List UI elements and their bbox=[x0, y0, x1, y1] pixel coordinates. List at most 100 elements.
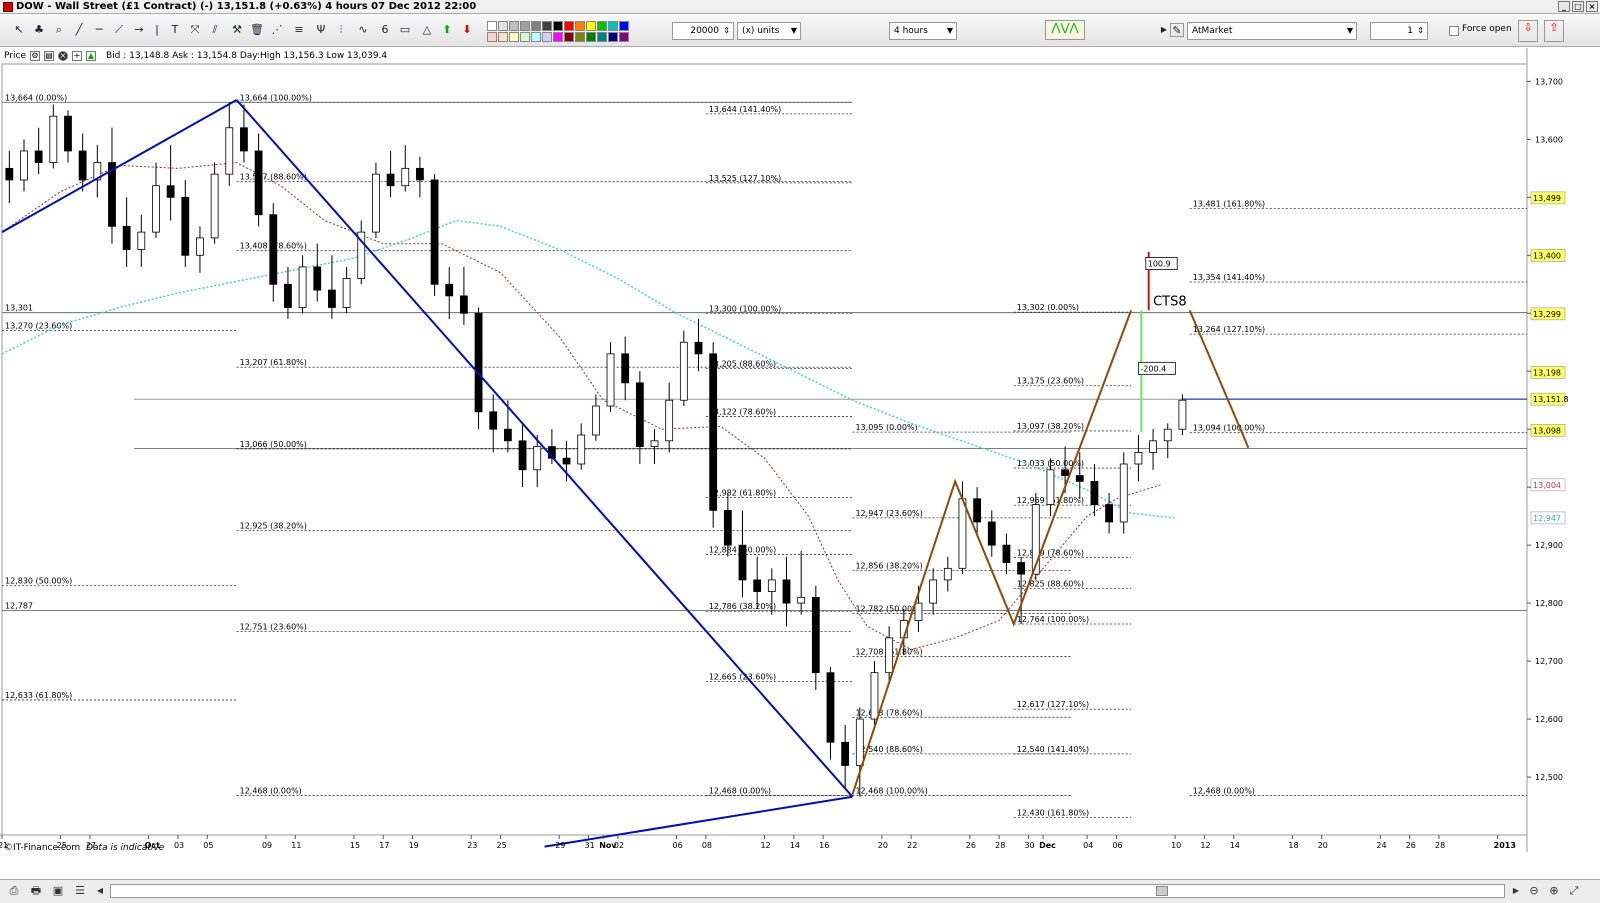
scroll-right-icon[interactable]: ▶ bbox=[1508, 884, 1524, 898]
candle-body bbox=[811, 596, 820, 674]
price-chart[interactable]: 13,664 (0.00%) 13,301 12,787 13,270 (23.60%… bbox=[0, 0, 1600, 903]
fibonacci-level-label: 12,603 (78.60%) bbox=[855, 708, 922, 717]
zoom-in-icon[interactable]: ⊕ bbox=[1546, 884, 1562, 898]
candle-body bbox=[196, 237, 204, 256]
candle-body bbox=[533, 446, 542, 471]
candle-body bbox=[885, 637, 894, 674]
y-tick-label: 13,600 bbox=[1535, 135, 1563, 144]
candle-body bbox=[591, 405, 600, 436]
fibonacci-level-label: 12,982 (61.80%) bbox=[709, 489, 776, 498]
fibonacci-level-label: 12,764 (100.00%) bbox=[1017, 615, 1089, 624]
fibonacci-level-label: 13,525 (127.10%) bbox=[709, 174, 781, 183]
print-icon[interactable]: ⎙ bbox=[6, 884, 22, 898]
fibonacci-level-label: 13,066 (50.00%) bbox=[240, 440, 307, 449]
candle-body bbox=[166, 185, 175, 198]
candle-body bbox=[152, 185, 160, 233]
printer-icon[interactable]: 🖶 bbox=[28, 884, 44, 898]
y-tick-label: 12,700 bbox=[1535, 657, 1563, 666]
fibonacci-level-label: 13,481 (161.80%) bbox=[1193, 199, 1265, 208]
candle-body bbox=[973, 498, 982, 523]
x-tick-label: 22 bbox=[907, 841, 917, 850]
x-tick-label: 06 bbox=[1112, 841, 1122, 850]
x-tick-label: 14 bbox=[790, 841, 800, 850]
candle-body bbox=[855, 718, 864, 766]
candle-body bbox=[753, 579, 762, 592]
candle-body bbox=[914, 602, 923, 621]
candle-body bbox=[269, 214, 278, 285]
candle-body bbox=[518, 440, 527, 471]
x-tick-label: 31 bbox=[585, 841, 595, 850]
price-tag-label: 13,499 bbox=[1533, 194, 1561, 203]
trading-app-window: DOW - Wall Street (£1 Contract) (-) 13,1… bbox=[0, 0, 1600, 903]
candle-body bbox=[826, 672, 835, 743]
price-tag-label: 13,299 bbox=[1533, 310, 1561, 319]
candle-body bbox=[650, 440, 659, 448]
x-tick-label: 29 bbox=[555, 841, 565, 850]
candle-body bbox=[870, 672, 879, 720]
candle-body bbox=[1017, 562, 1026, 575]
save-icon[interactable]: ▣ bbox=[50, 884, 66, 898]
candle-body bbox=[372, 173, 380, 233]
fibonacci-level-label: 12,947 (23.60%) bbox=[855, 509, 922, 518]
x-tick-label: 28 bbox=[995, 841, 1005, 850]
candle-body bbox=[1149, 440, 1157, 453]
zoom-out-icon[interactable]: ⊖ bbox=[1526, 884, 1542, 898]
candle-body bbox=[225, 127, 234, 175]
candle-body bbox=[342, 278, 351, 308]
fibonacci-level-label: 13,302 (0.00%) bbox=[1017, 303, 1079, 312]
candle-body bbox=[386, 173, 395, 187]
candle-body bbox=[64, 115, 72, 152]
candle-body bbox=[240, 127, 248, 152]
x-tick-label: 18 bbox=[1288, 841, 1298, 850]
x-tick-label: 09 bbox=[262, 841, 272, 850]
x-tick-label: 05 bbox=[203, 841, 213, 850]
candle-body bbox=[665, 399, 674, 442]
candle-body bbox=[1163, 428, 1172, 442]
candle-body bbox=[1105, 504, 1113, 523]
x-tick-label: Dec bbox=[1039, 841, 1056, 850]
time-scrollbar[interactable] bbox=[110, 884, 1505, 898]
fibonacci-level-label: 13,207 (61.80%) bbox=[240, 358, 307, 367]
scroll-left-icon[interactable]: ◀ bbox=[92, 884, 108, 898]
price-tag-label: 13,151.8 bbox=[1533, 395, 1569, 404]
x-tick-label: 23 bbox=[467, 841, 477, 850]
fibonacci-level-label: 13,300 (100.00%) bbox=[709, 304, 781, 313]
fibonacci-level-label: 13,094 (100.00%) bbox=[1193, 424, 1265, 433]
candle-body bbox=[782, 579, 791, 604]
x-tick-label: 03 bbox=[174, 841, 184, 850]
horizontal-line-label: 13,301 bbox=[5, 304, 33, 313]
candle-body bbox=[459, 295, 468, 314]
candle-body bbox=[416, 167, 424, 181]
x-tick-label: 12 bbox=[1200, 841, 1210, 850]
x-tick-label: 24 bbox=[1376, 841, 1386, 850]
x-tick-label: 26 bbox=[966, 841, 976, 850]
fibonacci-level-label: 13,264 (127.10%) bbox=[1193, 325, 1265, 334]
settings-icon[interactable]: ☰ bbox=[72, 884, 88, 898]
x-tick-label: 12 bbox=[761, 841, 771, 850]
fibonacci-level-label: 13,354 (141.40%) bbox=[1193, 273, 1265, 282]
candle-body bbox=[49, 115, 58, 163]
candle-body bbox=[1119, 463, 1128, 523]
annotation-label: CTS8 bbox=[1153, 295, 1187, 310]
x-tick-label: 15 bbox=[350, 841, 360, 850]
candle-body bbox=[5, 167, 14, 181]
candle-body bbox=[34, 150, 43, 163]
x-tick-label: 14 bbox=[1230, 841, 1240, 850]
fibonacci-level-label: 12,468 (0.00%) bbox=[1193, 787, 1255, 796]
fibonacci-level-label: 12,468 (0.00%) bbox=[709, 787, 771, 796]
candle-body bbox=[503, 428, 512, 442]
price-tag-label: 13,004 bbox=[1533, 481, 1561, 490]
fit-icon[interactable]: ⤢ bbox=[1566, 884, 1582, 898]
candle-body bbox=[20, 150, 28, 181]
x-tick-label: 25 bbox=[497, 841, 507, 850]
candle-body bbox=[635, 382, 644, 448]
fibonacci-level-label: 12,830 (50.00%) bbox=[5, 577, 72, 586]
fibonacci-level-label: 12,786 (38.20%) bbox=[709, 602, 776, 611]
scroll-thumb[interactable] bbox=[1156, 886, 1168, 896]
x-tick-label: 02 bbox=[614, 841, 624, 850]
candle-body bbox=[1002, 544, 1011, 563]
candle-body bbox=[1090, 480, 1099, 505]
horizontal-line-label: 13,664 (0.00%) bbox=[5, 93, 67, 102]
candle-body bbox=[313, 266, 322, 291]
x-tick-label: 20 bbox=[1318, 841, 1328, 850]
